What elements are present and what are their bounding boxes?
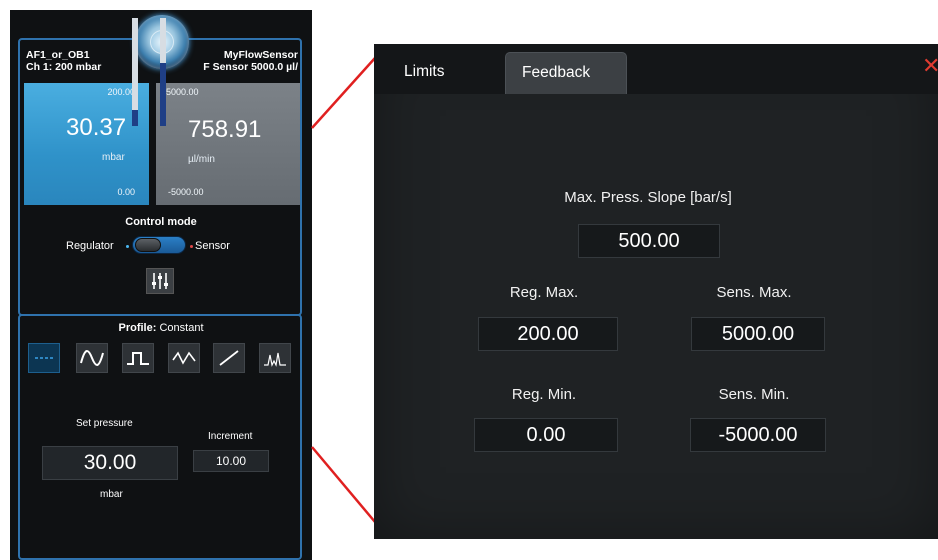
sens-min-input[interactable]: -5000.00	[690, 418, 826, 452]
pressure-display: 200.00 30.37 mbar 0.00	[24, 83, 149, 205]
sens-max-input[interactable]: 5000.00	[691, 317, 825, 351]
flow-unit: µl/min	[188, 154, 215, 165]
instrument-panel: AF1_or_OB1 Ch 1: 200 mbar MyFlowSensor F…	[10, 10, 312, 560]
sensor-info: F Sensor 5000.0 µl/	[203, 61, 298, 73]
increment-input[interactable]: 10.00	[193, 450, 269, 472]
upper-connector-line	[311, 57, 376, 129]
channel-name: AF1_or_OB1	[26, 49, 90, 61]
reg-min-label: Reg. Min.	[511, 386, 577, 403]
reg-min-input[interactable]: 0.00	[474, 418, 618, 452]
close-icon[interactable]: ✕	[922, 54, 938, 80]
regulator-indicator-icon	[126, 245, 129, 248]
profile-square-button[interactable]	[122, 343, 154, 373]
sensor-label: Sensor	[195, 240, 230, 252]
ramp-icon	[219, 350, 239, 366]
sensor-name: MyFlowSensor	[223, 49, 298, 61]
constant-icon	[35, 357, 53, 359]
sliders-icon	[152, 273, 168, 289]
tab-limits[interactable]: Limits	[388, 52, 460, 94]
max-press-slope-input[interactable]: 500.00	[578, 224, 720, 258]
reg-max-label: Reg. Max.	[509, 284, 579, 301]
channel-header: AF1_or_OB1 Ch 1: 200 mbar	[26, 49, 101, 73]
set-pressure-label: Set pressure	[76, 418, 133, 429]
square-wave-icon	[127, 352, 149, 365]
pressure-min: 0.00	[117, 187, 135, 197]
settings-button[interactable]	[146, 268, 174, 294]
lower-connector-line	[311, 446, 376, 523]
peaks-icon	[264, 352, 286, 367]
flow-level-bar	[160, 18, 166, 126]
flow-level-fill	[160, 63, 166, 126]
sens-min-label: Sens. Min.	[718, 386, 790, 403]
profile-peaks-button[interactable]	[259, 343, 291, 373]
pressure-max: 200.00	[107, 87, 135, 97]
control-mode-title: Control mode	[125, 216, 197, 228]
profile-triangle-button[interactable]	[168, 343, 200, 373]
toggle-knob[interactable]	[135, 238, 161, 252]
profile-value: Constant	[159, 322, 204, 334]
triangle-wave-icon	[172, 351, 196, 365]
channel-info: Ch 1: 200 mbar	[26, 61, 102, 73]
flow-value: 758.91	[188, 116, 262, 143]
pressure-value: 30.37	[66, 114, 127, 141]
pressure-level-bar	[132, 18, 138, 126]
reg-max-input[interactable]: 200.00	[478, 317, 618, 351]
pressure-level-fill	[132, 109, 138, 126]
limits-panel: Limits Feedback ✕ Max. Press. Slope [bar…	[374, 44, 938, 539]
profile-constant-button[interactable]	[28, 343, 60, 373]
flow-display: 5000.00 758.91 µl/min -5000.00	[156, 83, 300, 205]
increment-label: Increment	[208, 431, 253, 442]
sine-wave-icon	[80, 350, 104, 366]
pressure-unit: mbar	[102, 152, 125, 163]
profile-label: Profile:	[118, 322, 157, 334]
sensor-header: MyFlowSensor F Sensor 5000.0 µl/	[203, 49, 298, 73]
profile-ramp-button[interactable]	[213, 343, 245, 373]
flow-max: 5000.00	[166, 87, 199, 97]
tab-feedback[interactable]: Feedback	[505, 52, 627, 94]
profile-sine-button[interactable]	[76, 343, 108, 373]
profile-line: Profile: Constant	[10, 322, 312, 334]
control-mode-toggle[interactable]	[132, 236, 186, 254]
sensor-indicator-icon	[190, 245, 193, 248]
sens-max-label: Sens. Max.	[716, 284, 792, 301]
regulator-label: Regulator	[66, 240, 114, 252]
max-press-slope-label: Max. Press. Slope [bar/s]	[564, 189, 732, 206]
flow-min: -5000.00	[168, 187, 204, 197]
set-pressure-input[interactable]: 30.00	[42, 446, 178, 480]
set-pressure-unit: mbar	[100, 489, 123, 500]
